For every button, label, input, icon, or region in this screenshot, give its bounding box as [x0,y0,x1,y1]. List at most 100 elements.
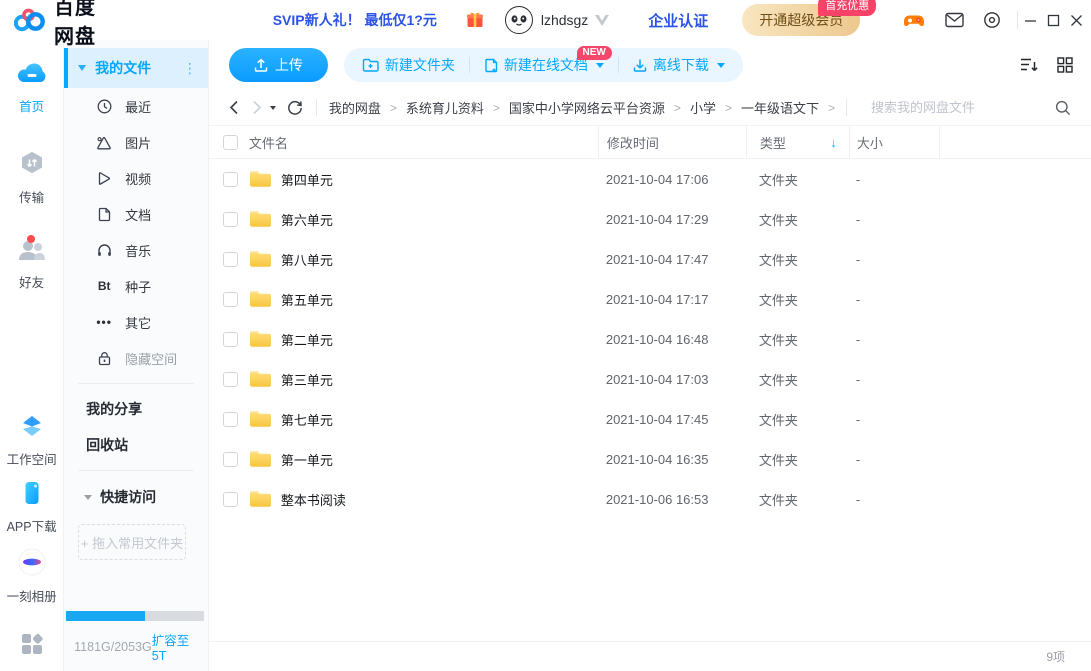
new-folder-button[interactable]: 新建文件夹 [348,55,469,75]
sidebar-item-pictures[interactable]: 图片 [64,124,208,160]
svip-promo-link[interactable]: SVIP新人礼！ 最低仅1?元 [273,10,437,30]
column-header-type[interactable]: 类型 ↓ [746,126,849,158]
sidebar-item-music[interactable]: 音乐 [64,232,208,268]
game-center-icon[interactable] [902,10,926,30]
file-name[interactable]: 第八单元 [281,250,333,269]
breadcrumb-item[interactable]: 国家中小学网络云平台资源 [509,98,665,117]
collapse-arrow-icon[interactable] [84,495,92,500]
rail-item-album[interactable]: 一刻相册 [7,548,57,605]
sidebar-item-recycle-bin[interactable]: 回收站 [64,427,208,463]
sidebar-item-my-shares[interactable]: 我的分享 [64,391,208,427]
file-row[interactable]: 第五单元 2021-10-04 17:17 文件夹 - [209,279,1091,319]
gift-icon[interactable] [465,10,485,30]
file-row[interactable]: 整本书阅读 2021-10-06 16:53 文件夹 - [209,479,1091,519]
row-checkbox[interactable] [223,252,238,267]
search-input[interactable] [871,100,1047,115]
sidebar-item-torrents[interactable]: Bt 种子 [64,268,208,304]
sort-order-icon[interactable] [1020,57,1039,73]
row-checkbox[interactable] [223,332,238,347]
row-checkbox[interactable] [223,412,238,427]
column-header-name[interactable]: 文件名 [249,126,598,158]
sidebar: 我的文件 ⋮ 最近 图片 视频 [64,40,209,671]
upload-button[interactable]: 上传 [229,48,328,82]
new-online-doc-button[interactable]: 新建在线文档 NEW [470,55,618,75]
rail-item-app-download[interactable]: APP下载 [7,480,57,535]
file-name[interactable]: 第五单元 [281,290,333,309]
grid-view-icon[interactable] [1057,57,1073,73]
breadcrumb-item[interactable]: 系统育儿资料 [406,98,484,117]
album-icon [18,548,46,581]
breadcrumb-item[interactable]: 我的网盘 [329,98,381,117]
message-icon[interactable] [945,12,964,28]
sidebar-item-videos[interactable]: 视频 [64,160,208,196]
file-modified-time: 2021-10-04 16:48 [598,332,746,347]
file-row[interactable]: 第八单元 2021-10-04 17:47 文件夹 - [209,239,1091,279]
file-name[interactable]: 第二单元 [281,330,333,349]
user-account[interactable]: lzhdsgz [505,6,610,34]
sidebar-item-quick-access[interactable]: 快捷访问 [64,478,208,516]
row-checkbox[interactable] [223,452,238,467]
file-name[interactable]: 第七单元 [281,410,333,429]
sort-descending-icon[interactable]: ↓ [830,135,837,150]
enterprise-verify-link[interactable]: 企业认证 [648,10,708,31]
close-button[interactable] [1067,6,1087,34]
more-options-icon[interactable]: ⋮ [183,60,198,77]
column-header-time[interactable]: 修改时间 [598,126,746,158]
row-checkbox[interactable] [223,292,238,307]
category-label: 隐藏空间 [125,349,177,368]
vip-level-icon [594,13,610,27]
rail-item-transfer[interactable]: 传输 [19,151,45,206]
refresh-button[interactable] [287,100,303,116]
sidebar-item-documents[interactable]: 文档 [64,196,208,232]
file-name[interactable]: 第四单元 [281,170,333,189]
file-name[interactable]: 第一单元 [281,450,333,469]
sidebar-item-recent[interactable]: 最近 [64,88,208,124]
rail-item-home[interactable]: 首页 [15,60,49,115]
folder-icon [249,250,272,268]
breadcrumb-item[interactable]: 一年级语文下 [741,98,819,117]
pin-folder-dropzone[interactable]: + 拖入常用文件夹 [78,524,186,560]
sidebar-item-my-files[interactable]: 我的文件 ⋮ [64,48,208,88]
row-checkbox[interactable] [223,372,238,387]
folder-icon [249,330,272,348]
collapse-arrow-icon[interactable] [78,65,86,71]
sidebar-item-others[interactable]: ••• 其它 [64,304,208,340]
expand-storage-link[interactable]: 扩容至5T [152,630,198,663]
maximize-button[interactable] [1044,6,1064,34]
breadcrumb-item[interactable]: 小学 [690,98,716,117]
offline-download-button[interactable]: 离线下载 [619,55,739,75]
file-row[interactable]: 第一单元 2021-10-04 16:35 文件夹 - [209,439,1091,479]
file-row[interactable]: 第四单元 2021-10-04 17:06 文件夹 - [209,159,1091,199]
row-checkbox[interactable] [223,212,238,227]
row-checkbox[interactable] [223,172,238,187]
file-row[interactable]: 第七单元 2021-10-04 17:45 文件夹 - [209,399,1091,439]
history-dropdown-icon[interactable] [270,106,276,110]
rail-item-tools[interactable]: 工具 [19,631,45,671]
category-label: 种子 [125,277,151,296]
rail-item-workspace[interactable]: 工作空间 [7,413,57,468]
file-row[interactable]: 第六单元 2021-10-04 17:29 文件夹 - [209,199,1091,239]
app-logo[interactable]: 百度网盘 [14,0,97,49]
settings-icon[interactable] [983,11,1001,29]
select-all-checkbox[interactable] [223,135,238,150]
file-name[interactable]: 第三单元 [281,370,333,389]
storage-bar [66,611,204,621]
user-avatar [505,6,533,34]
minimize-button[interactable] [1021,6,1041,34]
folder-icon [249,290,272,308]
cloud-icon [15,60,49,91]
row-checkbox[interactable] [223,492,238,507]
rail-item-friends[interactable]: 好友 [17,238,47,291]
back-button[interactable] [229,100,239,115]
forward-button[interactable] [252,100,262,115]
sidebar-item-hidden-space[interactable]: 隐藏空间 [64,340,208,376]
column-header-size[interactable]: 大小 [849,126,939,158]
file-name[interactable]: 整本书阅读 [281,490,346,509]
workspace-icon [19,413,45,444]
file-type: 文件夹 [746,250,849,269]
file-row[interactable]: 第三单元 2021-10-04 17:03 文件夹 - [209,359,1091,399]
search-icon[interactable] [1055,100,1071,116]
dots-icon: ••• [96,315,112,329]
file-row[interactable]: 第二单元 2021-10-04 16:48 文件夹 - [209,319,1091,359]
file-name[interactable]: 第六单元 [281,210,333,229]
